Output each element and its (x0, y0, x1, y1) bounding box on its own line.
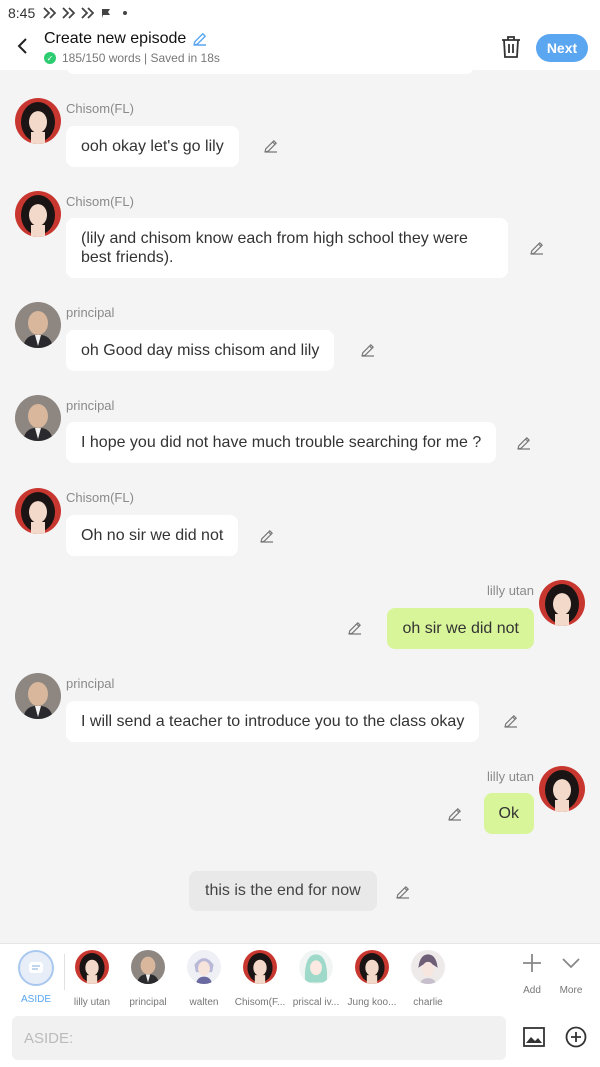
aside-bubble[interactable]: this is the end for now (189, 871, 377, 911)
character-walten[interactable]: walten (176, 950, 232, 1008)
avatar (187, 950, 221, 984)
add-label: Add (523, 985, 541, 996)
image-icon (523, 1027, 545, 1047)
character-charlie[interactable]: charlie (400, 950, 456, 1008)
character-chisom[interactable]: Chisom(F... (232, 950, 288, 1008)
chat-message: lilly utan Ok (0, 70, 600, 870)
character-label: ASIDE (20, 994, 51, 1005)
edit-title-icon[interactable] (192, 31, 208, 47)
next-button[interactable]: Next (536, 34, 588, 62)
avatar[interactable] (539, 766, 585, 812)
character-label: charlie (413, 997, 443, 1008)
more-characters-button[interactable]: More (553, 952, 589, 996)
more-options-button[interactable] (564, 1025, 588, 1049)
character-label: lilly utan (73, 997, 111, 1008)
character-jung-koo[interactable]: Jung koo... (344, 950, 400, 1008)
character-label: Jung koo... (347, 997, 397, 1008)
avatar (243, 950, 277, 984)
avatar (299, 950, 333, 984)
status-bar: 8:45 (0, 0, 600, 26)
notification-icon (43, 7, 57, 19)
add-character-button[interactable]: Add (514, 952, 550, 996)
edit-icon[interactable] (395, 884, 411, 900)
notification-icon (62, 7, 76, 19)
character-label: walten (189, 997, 219, 1008)
avatar (131, 950, 165, 984)
character-selector: ASIDE lilly utan principal walten Chisom… (0, 943, 600, 1009)
avatar (355, 950, 389, 984)
notification-icon (81, 7, 95, 19)
status-time: 8:45 (8, 5, 36, 21)
aside-icon (18, 950, 54, 986)
character-label: priscal iv... (292, 997, 340, 1008)
dot-icon (123, 11, 128, 15)
chevron-down-icon (562, 958, 580, 969)
character-lilly-utan[interactable]: lilly utan (64, 950, 120, 1008)
character-label: Chisom(F... (234, 997, 286, 1008)
delete-button[interactable] (499, 34, 523, 60)
page-title: Create new episode (44, 30, 187, 47)
edit-icon[interactable] (447, 806, 463, 822)
insert-image-button[interactable] (522, 1025, 546, 1049)
chevron-left-icon (17, 38, 27, 54)
flag-icon (102, 9, 111, 18)
character-aside[interactable]: ASIDE (8, 950, 64, 1005)
title-area: Create new episode ✓ 185/150 words | Sav… (44, 30, 220, 65)
header: Create new episode ✓ 185/150 words | Sav… (0, 26, 600, 70)
message-bubble[interactable]: Ok (483, 793, 534, 834)
word-count-status: 185/150 words | Saved in 18s (62, 51, 220, 65)
chat-area[interactable]: Chisom(FL) ooh okay let's go lily Chisom… (0, 70, 600, 943)
notification-icons (43, 7, 132, 19)
character-label: principal (129, 997, 167, 1008)
character-principal[interactable]: principal (120, 950, 176, 1008)
speaker-name: lilly utan (487, 769, 534, 784)
input-bar (0, 1009, 600, 1067)
more-label: More (559, 985, 583, 996)
message-input[interactable] (12, 1016, 506, 1060)
plus-circle-icon (565, 1026, 587, 1048)
avatar (411, 950, 445, 984)
trash-icon (502, 36, 520, 58)
saved-check-icon: ✓ (44, 52, 56, 64)
character-priscal[interactable]: priscal iv... (288, 950, 344, 1008)
back-button[interactable] (10, 32, 34, 60)
plus-icon (523, 954, 541, 972)
avatar (75, 950, 109, 984)
